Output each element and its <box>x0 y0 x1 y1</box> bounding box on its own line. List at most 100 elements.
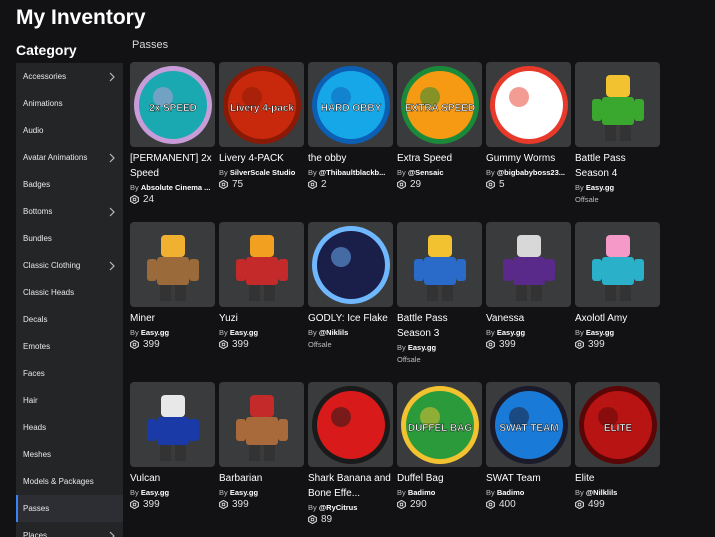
robux-icon <box>130 195 139 204</box>
creator-name[interactable]: Absolute Cinema ... <box>141 183 211 192</box>
item-thumbnail[interactable]: EXTRA SPEED <box>397 62 482 147</box>
sidebar-item-avatar-animations[interactable]: Avatar Animations <box>16 144 123 171</box>
item-thumbnail[interactable] <box>219 382 304 467</box>
item-thumbnail[interactable] <box>308 222 393 307</box>
item-name[interactable]: GODLY: Ice Flake <box>308 311 393 326</box>
item-thumbnail[interactable] <box>486 62 571 147</box>
sidebar-item-accessories[interactable]: Accessories <box>16 63 123 90</box>
item-card[interactable]: Shark Banana and Bone Effe... By @RyCitru… <box>308 382 393 525</box>
sidebar-item-bundles[interactable]: Bundles <box>16 225 123 252</box>
sidebar-item-meshes[interactable]: Meshes <box>16 441 123 468</box>
item-name[interactable]: Vulcan <box>130 471 215 486</box>
item-name[interactable]: [PERMANENT] 2x Speed <box>130 151 215 181</box>
creator-name[interactable]: @Niklils <box>319 328 348 337</box>
item-creator: By Easy.gg <box>575 183 615 192</box>
sidebar-item-heads[interactable]: Heads <box>16 414 123 441</box>
section-label: Passes <box>132 39 169 51</box>
item-card[interactable]: Battle Pass Season 4 By Easy.gg Offsale <box>575 62 660 204</box>
creator-name[interactable]: SilverScale Studio <box>230 168 295 177</box>
creator-name[interactable]: Easy.gg <box>230 328 258 337</box>
item-card[interactable]: Miner By Easy.gg 399 <box>130 222 215 350</box>
sidebar-item-bottoms[interactable]: Bottoms <box>16 198 123 225</box>
item-card[interactable]: HARD OBBY the obby By @Thibaultblackb... 2 <box>308 62 393 190</box>
item-name[interactable]: Miner <box>130 311 215 326</box>
item-card[interactable]: Barbarian By Easy.gg 399 <box>219 382 304 510</box>
sidebar-item-faces[interactable]: Faces <box>16 360 123 387</box>
robux-icon <box>486 340 495 349</box>
item-thumbnail[interactable] <box>308 382 393 467</box>
item-thumbnail[interactable] <box>486 222 571 307</box>
item-card[interactable]: DUFFEL BAG Duffel Bag By Badimo 290 <box>397 382 482 510</box>
sidebar-item-places[interactable]: Places <box>16 522 123 537</box>
creator-name[interactable]: @Nilklils <box>586 488 618 497</box>
creator-name[interactable]: Easy.gg <box>408 343 436 352</box>
item-card[interactable]: GODLY: Ice Flake By @Niklils Offsale <box>308 222 393 349</box>
item-card[interactable]: Livery 4-pack Livery 4-PACK By SilverScale… <box>219 62 304 190</box>
creator-name[interactable]: Easy.gg <box>586 328 614 337</box>
item-thumbnail[interactable]: ELITE <box>575 382 660 467</box>
item-card[interactable]: Yuzi By Easy.gg 399 <box>219 222 304 350</box>
item-thumbnail[interactable]: SWAT TEAM <box>486 382 571 467</box>
creator-name[interactable]: @Sensaic <box>408 168 444 177</box>
item-creator: By Easy.gg <box>130 488 170 497</box>
sidebar-item-audio[interactable]: Audio <box>16 117 123 144</box>
item-thumbnail[interactable] <box>219 222 304 307</box>
item-name[interactable]: Duffel Bag <box>397 471 482 486</box>
price-value: 399 <box>588 339 605 350</box>
sidebar-item-animations[interactable]: Animations <box>16 90 123 117</box>
sidebar-item-decals[interactable]: Decals <box>16 306 123 333</box>
creator-name[interactable]: @bigbabyboss23... <box>497 168 565 177</box>
item-name[interactable]: Battle Pass Season 4 <box>575 151 660 181</box>
creator-name[interactable]: Easy.gg <box>586 183 614 192</box>
item-card[interactable]: Vulcan By Easy.gg 399 <box>130 382 215 510</box>
sidebar-item-classic-heads[interactable]: Classic Heads <box>16 279 123 306</box>
item-name[interactable]: Gummy Worms <box>486 151 571 166</box>
robux-icon <box>575 340 584 349</box>
item-card[interactable]: Vanessa By Easy.gg 399 <box>486 222 571 350</box>
creator-name[interactable]: @RyCitrus <box>319 503 358 512</box>
item-thumbnail[interactable]: 2x SPEED <box>130 62 215 147</box>
item-card[interactable]: Gummy Worms By @bigbabyboss23... 5 <box>486 62 571 190</box>
item-card[interactable]: Axolotl Amy By Easy.gg 399 <box>575 222 660 350</box>
item-thumbnail[interactable]: DUFFEL BAG <box>397 382 482 467</box>
item-name[interactable]: Yuzi <box>219 311 304 326</box>
sidebar-item-models-packages[interactable]: Models & Packages <box>16 468 123 495</box>
item-card[interactable]: Battle Pass Season 3 By Easy.gg Offsale <box>397 222 482 364</box>
creator-name[interactable]: Easy.gg <box>230 488 258 497</box>
sidebar-item-label: Decals <box>23 315 48 324</box>
item-name[interactable]: SWAT Team <box>486 471 571 486</box>
item-card[interactable]: 2x SPEED [PERMANENT] 2x Speed By Absolute … <box>130 62 215 205</box>
sidebar-item-badges[interactable]: Badges <box>16 171 123 198</box>
creator-name[interactable]: Badimo <box>497 488 525 497</box>
sidebar-item-passes[interactable]: Passes <box>16 495 123 522</box>
item-thumbnail[interactable] <box>130 382 215 467</box>
item-thumbnail[interactable] <box>397 222 482 307</box>
item-name[interactable]: Vanessa <box>486 311 571 326</box>
item-name[interactable]: Shark Banana and Bone Effe... <box>308 471 393 501</box>
item-thumbnail[interactable] <box>130 222 215 307</box>
item-name[interactable]: Axolotl Amy <box>575 311 660 326</box>
sidebar-item-classic-clothing[interactable]: Classic Clothing <box>16 252 123 279</box>
item-card[interactable]: EXTRA SPEED Extra Speed By @Sensaic 29 <box>397 62 482 190</box>
creator-name[interactable]: Easy.gg <box>497 328 525 337</box>
creator-name[interactable]: Easy.gg <box>141 488 169 497</box>
creator-name[interactable]: Easy.gg <box>141 328 169 337</box>
item-name[interactable]: Extra Speed <box>397 151 482 166</box>
creator-name[interactable]: Badimo <box>408 488 436 497</box>
item-name[interactable]: Elite <box>575 471 660 486</box>
item-card[interactable]: ELITE Elite By @Nilklils 499 <box>575 382 660 510</box>
sidebar-item-hair[interactable]: Hair <box>16 387 123 414</box>
item-name[interactable]: the obby <box>308 151 393 166</box>
item-name[interactable]: Barbarian <box>219 471 304 486</box>
sidebar-item-label: Avatar Animations <box>23 153 88 162</box>
item-name[interactable]: Battle Pass Season 3 <box>397 311 482 341</box>
item-thumbnail[interactable] <box>575 62 660 147</box>
item-thumbnail[interactable] <box>575 222 660 307</box>
item-thumbnail[interactable]: HARD OBBY <box>308 62 393 147</box>
creator-name[interactable]: @Thibaultblackb... <box>319 168 386 177</box>
item-price: 399 <box>130 339 215 350</box>
sidebar-item-emotes[interactable]: Emotes <box>16 333 123 360</box>
item-thumbnail[interactable]: Livery 4-pack <box>219 62 304 147</box>
item-card[interactable]: SWAT TEAM SWAT Team By Badimo 400 <box>486 382 571 510</box>
item-name[interactable]: Livery 4-PACK <box>219 151 304 166</box>
